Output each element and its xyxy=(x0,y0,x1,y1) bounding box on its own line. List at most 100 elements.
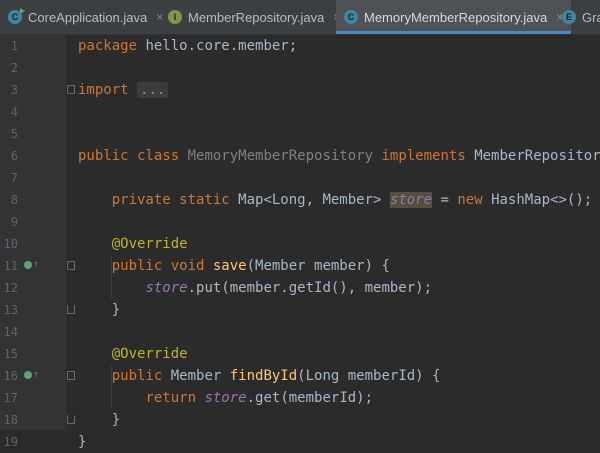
line-number: 17 xyxy=(3,391,18,405)
annotation: @Override xyxy=(111,236,188,252)
line-number: 8 xyxy=(10,193,18,207)
tab-core-application[interactable]: C CoreApplication.java × xyxy=(8,0,163,34)
line-number: 7 xyxy=(10,171,18,185)
fold-toggle-icon[interactable] xyxy=(67,371,75,380)
interface-icon: I xyxy=(168,10,182,24)
line-number: 12 xyxy=(3,281,18,295)
close-icon[interactable]: × xyxy=(156,10,163,24)
field-store: store xyxy=(204,390,247,406)
code-line[interactable]: 1 package hello.core.member; xyxy=(0,35,600,57)
code-line[interactable]: 11 ↑ public void save(Member member) { xyxy=(0,255,600,277)
tab-label: Gra xyxy=(582,9,600,25)
keyword: import xyxy=(78,82,129,98)
code-line[interactable]: 19 } xyxy=(0,431,600,453)
code-text: private static Map<Long, Member> store =… xyxy=(78,189,592,211)
enum-icon: E xyxy=(562,10,576,24)
code-token: } xyxy=(111,412,121,428)
method-name: findById xyxy=(229,368,298,384)
code-line[interactable]: 6 public class MemoryMemberRepository im… xyxy=(0,145,600,167)
tab-label: MemoryMemberRepository.java xyxy=(364,9,548,25)
code-text: public class MemoryMemberRepository impl… xyxy=(78,145,600,167)
tab-label: MemberRepository.java xyxy=(188,9,325,25)
code-line[interactable]: 3 import ... xyxy=(0,79,600,101)
code-token: Map<Long, Member> xyxy=(229,192,390,208)
code-text: public void save(Member member) { xyxy=(78,255,390,277)
editor-tab-bar: C CoreApplication.java × I MemberReposit… xyxy=(0,0,600,35)
keyword: public class xyxy=(78,148,180,164)
code-line[interactable]: 15 @Override xyxy=(0,343,600,365)
code-token: hello.core.member; xyxy=(137,38,298,54)
tab-gradle[interactable]: E Gra xyxy=(562,0,600,34)
code-text: @Override xyxy=(78,343,188,365)
implements-method-icon[interactable]: ↑ xyxy=(24,260,39,272)
line-number: 19 xyxy=(3,435,18,449)
field-store: store xyxy=(145,280,188,296)
keyword: new xyxy=(457,192,483,208)
code-token: } xyxy=(78,434,87,450)
code-token: Member xyxy=(162,368,230,384)
code-token: } xyxy=(111,302,121,318)
fold-toggle-icon[interactable] xyxy=(67,85,75,94)
code-token: MemberRepository{ xyxy=(474,148,600,164)
class-name: MemoryMemberRepository xyxy=(187,148,374,164)
annotation: @Override xyxy=(111,346,188,362)
keyword: private static xyxy=(111,192,230,208)
line-number: 5 xyxy=(10,127,18,141)
code-line[interactable]: 7 xyxy=(0,167,600,189)
line-number: 18 xyxy=(3,413,18,427)
code-line[interactable]: 17 return store.get(memberId); xyxy=(0,387,600,409)
line-number: 2 xyxy=(10,61,18,75)
line-number: 9 xyxy=(10,215,18,229)
line-number: 3 xyxy=(10,83,18,97)
keyword: implements xyxy=(381,148,466,164)
method-name: save xyxy=(212,258,247,274)
code-text: } xyxy=(78,431,86,453)
code-text: return store.get(memberId); xyxy=(78,387,373,409)
code-line[interactable]: 2 xyxy=(0,57,600,79)
line-number: 11 xyxy=(3,259,18,273)
code-token: .get(memberId); xyxy=(246,390,374,406)
code-line[interactable]: 10 @Override xyxy=(0,233,600,255)
keyword: package xyxy=(78,38,138,54)
code-token: HashMap<>(); xyxy=(482,192,593,208)
code-token: .put(member.getId(), member); xyxy=(187,280,433,296)
fold-end-icon[interactable] xyxy=(67,305,75,314)
code-text: import ... xyxy=(78,79,169,101)
code-line[interactable]: 9 xyxy=(0,211,600,233)
field-store-highlighted[interactable]: store xyxy=(389,192,433,208)
code-text: } xyxy=(78,409,120,431)
code-line[interactable]: 13 } xyxy=(0,299,600,321)
code-editor[interactable]: 1 package hello.core.member; 2 3 import … xyxy=(0,35,600,450)
code-text: store.put(member.getId(), member); xyxy=(78,277,432,299)
code-line[interactable]: 16 ↑ public Member findById(Long memberI… xyxy=(0,365,600,387)
implements-method-icon[interactable]: ↑ xyxy=(24,370,39,382)
code-line[interactable]: 18 } xyxy=(0,409,600,431)
code-text: @Override xyxy=(78,233,188,255)
line-number: 4 xyxy=(10,105,18,119)
code-line[interactable]: 8 private static Map<Long, Member> store… xyxy=(0,189,600,211)
code-text: } xyxy=(78,299,120,321)
tab-label: CoreApplication.java xyxy=(28,9,148,25)
code-line[interactable]: 14 xyxy=(0,321,600,343)
code-text: public Member findById(Long memberId) { xyxy=(78,365,441,387)
code-line[interactable]: 4 xyxy=(0,101,600,123)
folded-imports[interactable]: ... xyxy=(137,82,169,98)
keyword: public xyxy=(111,368,163,384)
fold-end-icon[interactable] xyxy=(67,415,75,424)
keyword: public void xyxy=(111,258,205,274)
code-line[interactable]: 5 xyxy=(0,123,600,145)
line-number: 1 xyxy=(10,39,18,53)
line-number: 16 xyxy=(3,369,18,383)
tab-member-repository[interactable]: I MemberRepository.java × xyxy=(168,0,340,34)
line-number: 14 xyxy=(3,325,18,339)
code-line[interactable]: 12 store.put(member.getId(), member); xyxy=(0,277,600,299)
line-number: 13 xyxy=(3,303,18,317)
line-number: 15 xyxy=(3,347,18,361)
code-token: = xyxy=(432,192,458,208)
keyword: return xyxy=(145,390,197,406)
class-icon: C xyxy=(344,10,358,24)
code-text: package hello.core.member; xyxy=(78,35,297,57)
code-token: (Long memberId) { xyxy=(297,368,441,384)
tab-memory-member-repository[interactable]: C MemoryMemberRepository.java × xyxy=(336,0,572,34)
fold-toggle-icon[interactable] xyxy=(67,261,75,270)
